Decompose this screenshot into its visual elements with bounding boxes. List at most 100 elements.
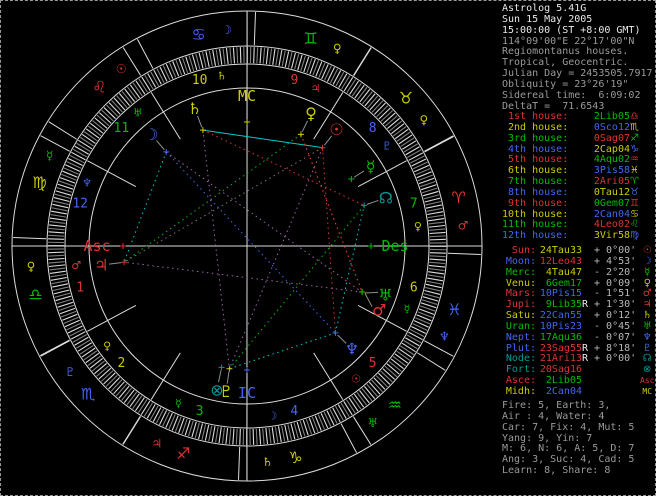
house-cusp-line: [150, 352, 181, 400]
taurus-icon: ♉: [399, 89, 413, 108]
degree-tick: [425, 283, 442, 289]
degree-tick: [208, 425, 213, 442]
degree-tick: [326, 410, 335, 426]
degree-tick: [68, 158, 83, 167]
degree-tick: [169, 62, 177, 78]
degree-tick: [274, 426, 279, 443]
degree-tick: [253, 47, 255, 64]
degree-tick: [258, 428, 262, 445]
degree-tick: [152, 407, 162, 422]
degree-tick: [428, 268, 445, 272]
degree-tick: [198, 423, 204, 440]
degree-tick: [427, 214, 444, 219]
degree-tick: [48, 238, 65, 240]
degree-tick: [429, 255, 446, 258]
degree-tick: [428, 224, 445, 228]
house-cusp-value: 0Gem07: [593, 197, 630, 209]
degree-tick: [400, 345, 415, 356]
degree-tick: [415, 317, 431, 325]
house-ruler-icon: ♀: [414, 220, 422, 233]
degree-tick: [165, 412, 173, 428]
mercury-icon: ☿: [366, 157, 376, 176]
degree-tick: [359, 89, 371, 103]
degree-tick: [353, 393, 365, 408]
virgo-ruler-icon: ☿: [46, 149, 53, 163]
degree-tick: [281, 50, 286, 67]
degree-tick: [318, 62, 326, 78]
degree-tick: [87, 355, 102, 366]
degree-tick: [262, 428, 265, 445]
stats-line: Car: 7, Fix: 4, Mut: 5: [502, 421, 635, 433]
degree-tick: [129, 84, 141, 99]
degree-tick: [426, 280, 443, 285]
gemini-icon: ♊: [304, 29, 318, 48]
degree-tick: [90, 122, 104, 134]
pisces-ruler-icon: ♆: [439, 329, 450, 343]
planet-label: Nept:: [505, 331, 536, 343]
midheaven-icon: MC: [642, 386, 653, 396]
degree-tick: [70, 331, 86, 340]
degree-tick: [413, 320, 429, 328]
capricorn-ruler-icon: ♄: [262, 455, 273, 469]
degree-tick: [212, 49, 217, 66]
libra-ruler-icon: ♀: [27, 259, 36, 273]
ascendant-icon: Asc: [640, 376, 655, 386]
degree-tick: [345, 399, 356, 414]
degree-tick: [392, 355, 407, 367]
aspect-line-square: [202, 129, 365, 206]
degree-tick: [392, 126, 407, 137]
degree-tick: [49, 224, 66, 228]
degree-tick: [349, 80, 359, 95]
mercury-icon: ☿: [644, 266, 651, 278]
capricorn-icon: ♑: [288, 448, 302, 467]
degree-tick: [412, 161, 428, 170]
degree-tick: [287, 52, 293, 68]
house-number: 9: [290, 73, 298, 88]
degree-tick: [256, 47, 259, 64]
sign-boundary-line: [447, 252, 481, 256]
scorpio-ruler-icon: ♇: [65, 365, 76, 379]
house-cusp-value: 3Vir58: [593, 230, 630, 242]
aspect-line-opposition: [165, 151, 336, 334]
zodiac-sign-icon: ♐: [630, 132, 639, 144]
planet-row: Midh: 2Can04 MC: [502, 386, 654, 398]
degree-tick: [49, 217, 66, 221]
house-number: 8: [369, 121, 377, 136]
degree-tick: [48, 227, 65, 231]
degree-tick: [225, 48, 229, 65]
degree-tick: [429, 235, 446, 238]
planet-pointer-line: [109, 262, 122, 265]
degree-tick: [135, 80, 146, 95]
degree-tick: [320, 413, 329, 429]
degree-tick: [219, 48, 223, 65]
cancer-icon: ♋: [191, 25, 205, 44]
degree-tick: [64, 319, 80, 328]
house-cusp-line: [352, 47, 372, 76]
degree-tick: [232, 428, 235, 445]
house-number: 10: [192, 73, 208, 88]
degree-tick: [215, 426, 219, 443]
leo-icon: ♌: [92, 78, 106, 97]
degree-tick: [201, 424, 207, 440]
degree-tick: [351, 395, 362, 410]
degree-tick: [87, 125, 102, 137]
degree-tick: [354, 84, 365, 99]
degree-tick: [326, 67, 335, 82]
house-ruler-icon: ♄: [217, 69, 227, 82]
degree-tick: [409, 328, 425, 338]
degree-tick: [265, 48, 269, 65]
ic-label: IC: [238, 384, 256, 402]
degree-tick: [85, 128, 100, 139]
velocity-value: [588, 376, 640, 387]
degree-tick: [351, 82, 362, 97]
degree-tick: [123, 389, 135, 403]
planet-position-value: 17Aqu36: [539, 331, 582, 343]
house-number: 3: [196, 404, 204, 419]
degree-tick: [427, 211, 444, 216]
degree-tick: [265, 427, 269, 444]
degree-tick: [132, 82, 143, 97]
venus-icon: ♀: [305, 104, 317, 123]
degree-tick: [425, 200, 442, 206]
house-number: 1: [76, 280, 84, 295]
planet-position-value: 4Tau47: [545, 266, 582, 278]
